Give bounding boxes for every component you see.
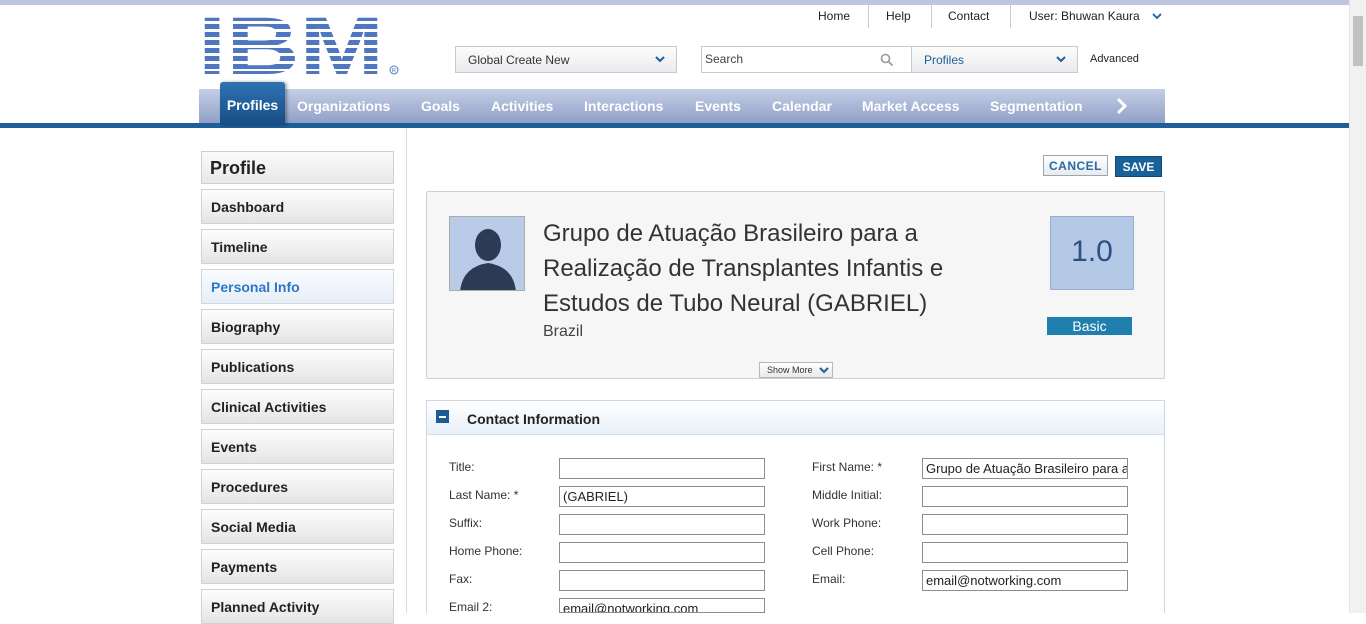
contact-section-header[interactable]: Contact Information — [427, 401, 1164, 435]
ibm-logo[interactable]: IBM R — [198, 8, 403, 76]
user-menu[interactable]: User: Bhuwan Kaura — [1029, 9, 1140, 25]
title-field[interactable] — [559, 458, 765, 479]
avatar — [449, 216, 525, 291]
profile-name: Grupo de Atuação Brasileiro para a Reali… — [543, 216, 1013, 321]
profile-sidebar: Profile Dashboard Timeline Personal Info… — [201, 151, 394, 624]
help-link[interactable]: Help — [886, 9, 911, 25]
level-badge: Basic — [1047, 317, 1132, 335]
tab-segmentation[interactable]: Segmentation — [990, 98, 1083, 114]
first-name-field[interactable]: Grupo de Atuação Brasileiro para a — [922, 458, 1128, 479]
tab-market-access[interactable]: Market Access — [862, 98, 960, 114]
last-name-label: Last Name: * — [449, 488, 519, 502]
email-label: Email: — [812, 572, 846, 586]
global-create-label: Global Create New — [468, 53, 570, 67]
header-separator — [931, 4, 932, 28]
chevron-right-icon[interactable] — [1114, 97, 1130, 115]
contact-link[interactable]: Contact — [948, 9, 989, 25]
suffix-label: Suffix: — [449, 516, 483, 530]
search-input[interactable] — [705, 52, 875, 66]
work-phone-label: Work Phone: — [812, 516, 882, 530]
tab-interactions[interactable]: Interactions — [584, 98, 663, 114]
nav-underline — [0, 123, 1349, 128]
person-silhouette-icon — [450, 217, 524, 290]
tab-activities[interactable]: Activities — [491, 98, 553, 114]
collapse-icon[interactable] — [436, 410, 449, 423]
sidebar-item-events[interactable]: Events — [201, 429, 394, 464]
sidebar-item-payments[interactable]: Payments — [201, 549, 394, 584]
cell-phone-field[interactable] — [922, 542, 1128, 563]
home-phone-field[interactable] — [559, 542, 765, 563]
profile-name-line: Realização de Transplantes Infantis e — [543, 255, 944, 282]
save-button[interactable]: SAVE — [1115, 156, 1162, 177]
profile-score: 1.0 — [1050, 216, 1134, 290]
header-separator — [1010, 4, 1011, 28]
top-accent-bar — [0, 0, 1349, 5]
cancel-button[interactable]: CANCEL — [1043, 155, 1108, 176]
page-scrollbar[interactable] — [1349, 0, 1366, 613]
tab-profiles[interactable]: Profiles — [220, 82, 285, 125]
sidebar-item-personal-info[interactable]: Personal Info — [201, 269, 394, 304]
scrollbar-thumb[interactable] — [1353, 16, 1363, 66]
advanced-search-link[interactable]: Advanced — [1090, 53, 1139, 65]
header-separator — [868, 4, 869, 28]
sidebar-title: Profile — [201, 151, 394, 184]
chevron-down-icon[interactable] — [1152, 12, 1162, 20]
tab-events[interactable]: Events — [695, 98, 741, 114]
sidebar-item-dashboard[interactable]: Dashboard — [201, 189, 394, 224]
sidebar-item-planned-activity[interactable]: Planned Activity — [201, 589, 394, 624]
show-more-button[interactable]: Show More — [759, 362, 833, 378]
chevron-down-icon — [819, 367, 829, 374]
profile-name-line: Grupo de Atuação Brasileiro para a — [543, 220, 918, 247]
search-icon[interactable] — [880, 53, 894, 67]
profile-name-line: Estudos de Tubo Neural (GABRIEL) — [543, 290, 928, 317]
home-phone-label: Home Phone: — [449, 544, 523, 558]
sidebar-item-publications[interactable]: Publications — [201, 349, 394, 384]
sidebar-item-clinical-activities[interactable]: Clinical Activities — [201, 389, 394, 424]
sidebar-item-biography[interactable]: Biography — [201, 309, 394, 344]
email2-label: Email 2: — [449, 600, 493, 614]
svg-text:R: R — [392, 69, 397, 75]
fax-field[interactable] — [559, 570, 765, 591]
title-label: Title: — [449, 460, 475, 474]
search-scope-label: Profiles — [924, 53, 965, 67]
email2-field[interactable]: email@notworking.com — [559, 598, 765, 613]
home-link[interactable]: Home — [818, 9, 850, 25]
tab-calendar[interactable]: Calendar — [772, 98, 832, 114]
tab-goals[interactable]: Goals — [421, 98, 460, 114]
chevron-down-icon — [1056, 56, 1066, 63]
cell-phone-label: Cell Phone: — [812, 544, 875, 558]
contact-section-title: Contact Information — [467, 411, 600, 427]
middle-initial-field[interactable] — [922, 486, 1128, 507]
search-box[interactable] — [701, 46, 912, 73]
search-scope-dropdown[interactable]: Profiles — [911, 46, 1078, 73]
sidebar-item-social-media[interactable]: Social Media — [201, 509, 394, 544]
profile-country: Brazil — [543, 323, 584, 340]
content-divider — [406, 128, 407, 613]
last-name-field[interactable]: (GABRIEL) — [559, 486, 765, 507]
fax-label: Fax: — [449, 572, 473, 586]
show-more-label: Show More — [767, 365, 813, 375]
tab-organizations[interactable]: Organizations — [297, 98, 390, 114]
first-name-label: First Name: * — [812, 460, 883, 474]
middle-initial-label: Middle Initial: — [812, 488, 883, 502]
email-field[interactable]: email@notworking.com — [922, 570, 1128, 591]
chevron-down-icon — [655, 56, 665, 63]
work-phone-field[interactable] — [922, 514, 1128, 535]
suffix-field[interactable] — [559, 514, 765, 535]
global-create-dropdown[interactable]: Global Create New — [455, 46, 677, 73]
sidebar-item-procedures[interactable]: Procedures — [201, 469, 394, 504]
sidebar-item-timeline[interactable]: Timeline — [201, 229, 394, 264]
